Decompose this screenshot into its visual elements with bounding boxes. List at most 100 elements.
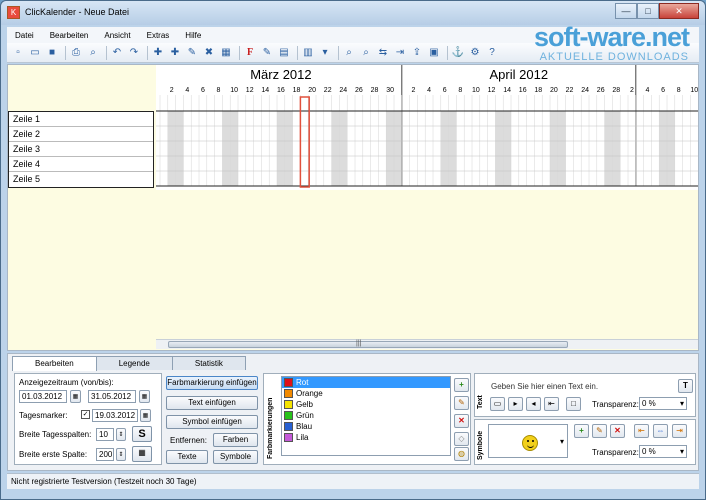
row-label-1[interactable]: Zeile 1 bbox=[9, 112, 153, 127]
calendar-grid[interactable]: 2 4 6 8 10 12 14 16 18 20 22 24 26 28 30 März 2012 2 4 6 8 1… bbox=[156, 65, 698, 190]
settings-icon[interactable]: ⚙ bbox=[468, 46, 482, 60]
remove-symbols-button[interactable]: Symbole bbox=[213, 450, 258, 464]
row-label-3[interactable]: Zeile 3 bbox=[9, 142, 153, 157]
find-next-icon[interactable]: ⌕ bbox=[359, 46, 373, 60]
edit-color-icon[interactable]: ✎ bbox=[454, 396, 469, 410]
insert-row-below-icon[interactable]: ✚ bbox=[168, 46, 182, 60]
new-icon[interactable]: ▫ bbox=[11, 46, 25, 60]
symbol-align-left-icon[interactable]: ⇤ bbox=[634, 424, 649, 438]
text-border-icon[interactable]: □ bbox=[566, 397, 581, 411]
edit-row-icon[interactable]: ✎ bbox=[185, 46, 199, 60]
text-wrap-icon[interactable]: ⇤ bbox=[544, 397, 559, 411]
row-label-5[interactable]: Zeile 5 bbox=[9, 172, 153, 187]
color-item[interactable]: Grün bbox=[282, 410, 450, 421]
from-date-picker-icon[interactable]: ▦ bbox=[70, 390, 81, 403]
weekend-column bbox=[222, 111, 231, 186]
format-icon[interactable]: ▾ bbox=[318, 46, 332, 60]
help-icon[interactable]: ? bbox=[485, 46, 499, 60]
insert-row-icon[interactable]: ✚ bbox=[151, 46, 165, 60]
tab-legende[interactable]: Legende bbox=[95, 356, 173, 370]
text-input-placeholder[interactable]: Geben Sie hier einen Text ein. bbox=[491, 382, 598, 391]
toolbar-separator bbox=[65, 45, 66, 60]
text-format-icon[interactable]: T bbox=[678, 379, 693, 393]
day-width-spinner[interactable]: ⇕ bbox=[116, 428, 126, 441]
to-date-field[interactable]: 31.05.2012 bbox=[88, 390, 136, 403]
symbol-picker[interactable]: ▾ bbox=[488, 424, 568, 458]
day-width-label: Breite Tagesspalten: bbox=[19, 430, 92, 439]
day-marker-checkbox[interactable]: ✓ bbox=[81, 410, 90, 419]
move-icon[interactable]: ⇆ bbox=[376, 46, 390, 60]
move-right-icon[interactable]: ⇥ bbox=[393, 46, 407, 60]
menu-hilfe[interactable]: Hilfe bbox=[177, 31, 209, 40]
day-tick-label: 26 bbox=[355, 87, 363, 94]
delete-row-icon[interactable]: ✖ bbox=[202, 46, 216, 60]
open-icon[interactable]: ▭ bbox=[28, 46, 42, 60]
color-item[interactable]: Orange bbox=[282, 388, 450, 399]
close-button[interactable]: ✕ bbox=[659, 3, 699, 19]
from-date-field[interactable]: 01.03.2012 bbox=[19, 390, 67, 403]
color-item[interactable]: Lila bbox=[282, 432, 450, 443]
undo-icon[interactable]: ↶ bbox=[110, 46, 124, 60]
row-label-2[interactable]: Zeile 2 bbox=[9, 127, 153, 142]
color-item[interactable]: Gelb bbox=[282, 399, 450, 410]
add-symbol-icon[interactable]: + bbox=[574, 424, 589, 438]
remove-colors-button[interactable]: Farben bbox=[213, 433, 258, 447]
day-tick-label: 4 bbox=[427, 87, 431, 94]
text-align-left-icon[interactable]: ▭ bbox=[490, 397, 505, 411]
weekend-column bbox=[284, 111, 293, 186]
day-marker-date-field[interactable]: 19.03.2012 bbox=[92, 409, 138, 422]
first-col-field[interactable]: 200 bbox=[96, 448, 114, 461]
text-align-right-icon[interactable]: ◂ bbox=[526, 397, 541, 411]
edit-symbol-icon[interactable]: ✎ bbox=[592, 424, 607, 438]
minimize-button[interactable]: — bbox=[615, 3, 637, 19]
first-col-spinner[interactable]: ⇕ bbox=[116, 448, 126, 461]
edit-icon[interactable]: ✎ bbox=[260, 46, 274, 60]
menu-bearbeiten[interactable]: Bearbeiten bbox=[42, 31, 97, 40]
maximize-button[interactable]: □ bbox=[637, 3, 659, 19]
color-marker-list[interactable]: Rot Orange Gelb Grün Blau Lila bbox=[281, 376, 451, 456]
insert-text-button[interactable]: Text einfügen bbox=[166, 396, 258, 410]
font-color-icon[interactable]: F bbox=[243, 46, 257, 60]
print-icon[interactable]: ⎙ bbox=[69, 46, 83, 60]
symbol-transparency-select[interactable]: 0 % ▾ bbox=[639, 445, 687, 458]
print-preview-icon[interactable]: ⌕ bbox=[86, 46, 100, 60]
menu-datei[interactable]: Datei bbox=[7, 31, 42, 40]
text-transparency-select[interactable]: 0 % ▾ bbox=[639, 397, 687, 410]
tab-bearbeiten[interactable]: Bearbeiten bbox=[12, 356, 97, 371]
color-settings-icon[interactable]: ◇ bbox=[454, 432, 469, 446]
find-icon[interactable]: ⌕ bbox=[342, 46, 356, 60]
image-icon[interactable]: ▣ bbox=[427, 46, 441, 60]
color-item[interactable]: Blau bbox=[282, 421, 450, 432]
day-width-field[interactable]: 10 bbox=[96, 428, 114, 441]
delete-symbol-icon[interactable]: ✕ bbox=[610, 424, 625, 438]
redo-icon[interactable]: ↷ bbox=[127, 46, 141, 60]
menu-ansicht[interactable]: Ansicht bbox=[96, 31, 138, 40]
symbol-align-center-icon[interactable]: ⇔ bbox=[653, 424, 668, 438]
save-icon[interactable]: ■ bbox=[45, 46, 59, 60]
to-date-picker-icon[interactable]: ▦ bbox=[139, 390, 150, 403]
s-button[interactable]: S bbox=[132, 426, 152, 442]
layout-icon[interactable]: ▦ bbox=[219, 46, 233, 60]
row-label-4[interactable]: Zeile 4 bbox=[9, 157, 153, 172]
delete-color-icon[interactable]: ✕ bbox=[454, 414, 469, 428]
apply-button[interactable]: ▦ bbox=[132, 446, 152, 462]
add-color-icon[interactable]: + bbox=[454, 378, 469, 392]
horizontal-scrollbar[interactable]: ||| bbox=[156, 339, 698, 349]
day-marker-picker-icon[interactable]: ▦ bbox=[140, 409, 151, 422]
grid-icon[interactable]: ▤ bbox=[277, 46, 291, 60]
tab-statistik[interactable]: Statistik bbox=[171, 356, 246, 370]
color-palette-icon[interactable]: ◍ bbox=[454, 447, 469, 461]
color-item[interactable]: Rot bbox=[282, 377, 450, 388]
remove-texts-button[interactable]: Texte bbox=[166, 450, 208, 464]
calendar-svg[interactable]: 2 4 6 8 10 12 14 16 18 20 22 24 26 28 30März 20122 4 6 8 1… bbox=[156, 65, 698, 190]
symbol-align-right-icon[interactable]: ⇥ bbox=[672, 424, 687, 438]
insert-symbol-button[interactable]: Symbol einfügen bbox=[166, 415, 258, 429]
export-icon[interactable]: ⇪ bbox=[410, 46, 424, 60]
text-align-center-icon[interactable]: ▸ bbox=[508, 397, 523, 411]
anchor-icon[interactable]: ⚓ bbox=[451, 46, 465, 60]
day-tick-label: 14 bbox=[261, 87, 269, 94]
insert-color-button[interactable]: Farbmarkierung einfügen bbox=[166, 376, 258, 390]
scrollbar-thumb[interactable] bbox=[168, 341, 568, 348]
columns-icon[interactable]: ▥ bbox=[301, 46, 315, 60]
menu-extras[interactable]: Extras bbox=[139, 31, 178, 40]
